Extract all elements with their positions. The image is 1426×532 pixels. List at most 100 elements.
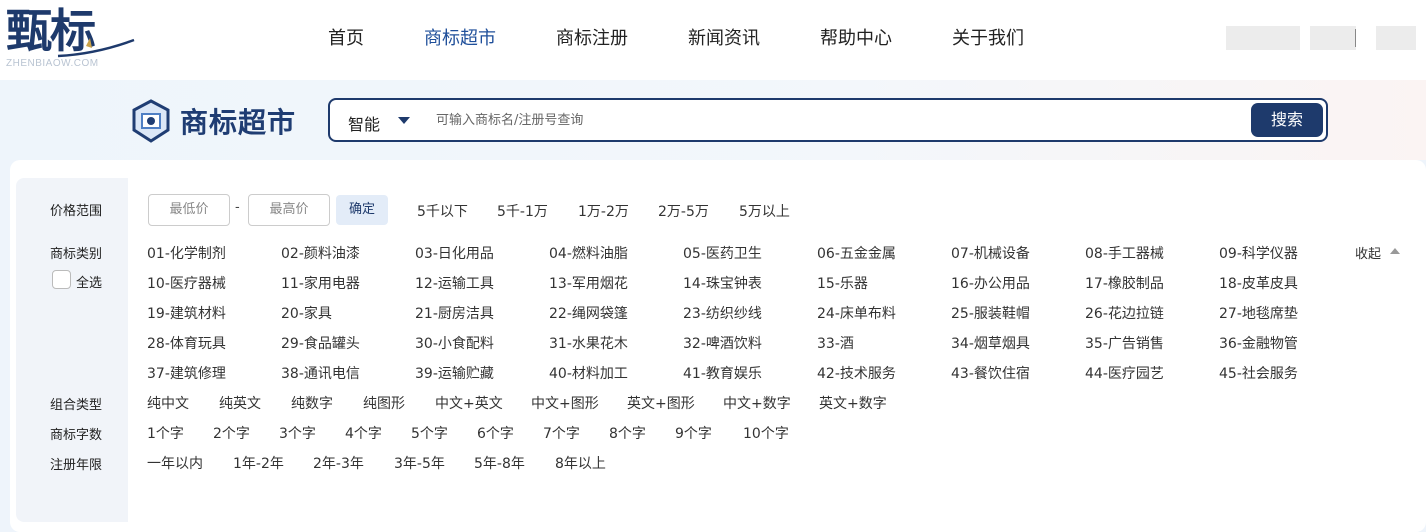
user-login-placeholder[interactable] <box>1226 26 1300 50</box>
category-option[interactable]: 26-花边拉链 <box>1085 303 1164 323</box>
category-option[interactable]: 23-纺织纱线 <box>683 303 762 323</box>
category-option[interactable]: 18-皮革皮具 <box>1219 273 1298 293</box>
category-option[interactable]: 04-燃料油脂 <box>549 243 628 263</box>
char-count-option[interactable]: 3个字 <box>279 423 316 443</box>
category-option[interactable]: 38-通讯电信 <box>281 363 360 383</box>
nav-help-center[interactable]: 帮助中心 <box>820 24 892 54</box>
char-count-option[interactable]: 4个字 <box>345 423 382 443</box>
years-option[interactable]: 2年-3年 <box>313 453 364 473</box>
category-option[interactable]: 08-手工器械 <box>1085 243 1164 263</box>
price-option[interactable]: 5千以下 <box>417 201 468 221</box>
category-option[interactable]: 35-广告销售 <box>1085 333 1164 353</box>
combo-option[interactable]: 纯中文 <box>147 393 189 413</box>
category-option[interactable]: 29-食品罐头 <box>281 333 360 353</box>
nav-trademark-market[interactable]: 商标超市 <box>424 24 496 54</box>
years-option[interactable]: 5年-8年 <box>474 453 525 473</box>
category-option[interactable]: 45-社会服务 <box>1219 363 1298 383</box>
category-option[interactable]: 10-医疗器械 <box>147 273 226 293</box>
select-all-label[interactable]: 全选 <box>76 272 102 291</box>
char-count-option[interactable]: 2个字 <box>213 423 250 443</box>
user-extra-placeholder[interactable] <box>1376 26 1416 50</box>
category-option[interactable]: 19-建筑材料 <box>147 303 226 323</box>
category-option[interactable]: 14-珠宝钟表 <box>683 273 762 293</box>
trademark-market-icon <box>132 99 170 143</box>
category-option[interactable]: 21-厨房洁具 <box>415 303 494 323</box>
price-option[interactable]: 1万-2万 <box>578 201 629 221</box>
max-price-input[interactable]: 最高价 <box>248 194 330 226</box>
category-option[interactable]: 39-运输贮藏 <box>415 363 494 383</box>
char-count-label: 商标字数 <box>50 428 103 443</box>
category-option[interactable]: 06-五金金属 <box>817 243 896 263</box>
char-count-option[interactable]: 6个字 <box>477 423 514 443</box>
price-option[interactable]: 2万-5万 <box>658 201 709 221</box>
main-nav: 首页 商标超市 商标注册 新闻资讯 帮助中心 关于我们 <box>328 24 1084 54</box>
select-all-checkbox[interactable] <box>52 270 71 289</box>
min-price-input[interactable]: 最低价 <box>148 194 230 226</box>
category-option[interactable]: 33-酒 <box>817 333 854 353</box>
category-option[interactable]: 43-餐饮住宿 <box>951 363 1030 383</box>
category-option[interactable]: 20-家具 <box>281 303 332 323</box>
combo-option[interactable]: 纯数字 <box>291 393 333 413</box>
site-logo[interactable]: 甄标 ZHENBIAOW.COM <box>6 6 135 69</box>
category-option[interactable]: 25-服装鞋帽 <box>951 303 1030 323</box>
category-option[interactable]: 28-体育玩具 <box>147 333 226 353</box>
combo-option[interactable]: 英文+图形 <box>627 393 695 413</box>
category-option[interactable]: 37-建筑修理 <box>147 363 226 383</box>
category-option[interactable]: 30-小食配料 <box>415 333 494 353</box>
category-option[interactable]: 01-化学制剂 <box>147 243 226 263</box>
search-input[interactable] <box>436 106 1236 134</box>
char-count-option[interactable]: 10个字 <box>743 423 789 443</box>
category-option[interactable]: 22-绳网袋篷 <box>549 303 628 323</box>
search-button[interactable]: 搜索 <box>1251 103 1323 137</box>
combo-option[interactable]: 纯图形 <box>363 393 405 413</box>
combo-option[interactable]: 中文+英文 <box>435 393 503 413</box>
years-option[interactable]: 3年-5年 <box>394 453 445 473</box>
category-option[interactable]: 44-医疗园艺 <box>1085 363 1164 383</box>
category-option[interactable]: 03-日化用品 <box>415 243 494 263</box>
category-option[interactable]: 05-医药卫生 <box>683 243 762 263</box>
years-option[interactable]: 1年-2年 <box>233 453 284 473</box>
category-option[interactable]: 12-运输工具 <box>415 273 494 293</box>
years-option[interactable]: 一年以内 <box>147 453 203 473</box>
price-option[interactable]: 5万以上 <box>739 201 790 221</box>
category-option[interactable]: 40-材料加工 <box>549 363 628 383</box>
category-option[interactable]: 41-教育娱乐 <box>683 363 762 383</box>
search-mode-select[interactable]: 智能 <box>348 111 380 135</box>
nav-news[interactable]: 新闻资讯 <box>688 24 760 54</box>
category-option[interactable]: 24-床单布料 <box>817 303 896 323</box>
chevron-down-icon[interactable] <box>398 117 410 124</box>
category-option[interactable]: 16-办公用品 <box>951 273 1030 293</box>
category-option[interactable]: 07-机械设备 <box>951 243 1030 263</box>
category-option[interactable]: 27-地毯席垫 <box>1219 303 1298 323</box>
category-option[interactable]: 17-橡胶制品 <box>1085 273 1164 293</box>
category-option[interactable]: 36-金融物管 <box>1219 333 1298 353</box>
category-option[interactable]: 13-军用烟花 <box>549 273 628 293</box>
nav-home[interactable]: 首页 <box>328 24 364 54</box>
registration-years-label: 注册年限 <box>50 458 103 473</box>
combo-option[interactable]: 中文+图形 <box>531 393 599 413</box>
category-option[interactable]: 42-技术服务 <box>817 363 896 383</box>
combo-option[interactable]: 英文+数字 <box>819 393 887 413</box>
years-option[interactable]: 8年以上 <box>555 453 606 473</box>
combo-option[interactable]: 中文+数字 <box>723 393 791 413</box>
category-option[interactable]: 34-烟草烟具 <box>951 333 1030 353</box>
char-count-option[interactable]: 7个字 <box>543 423 580 443</box>
char-count-option[interactable]: 5个字 <box>411 423 448 443</box>
collapse-button[interactable]: 收起 <box>1355 243 1381 262</box>
category-option[interactable]: 32-啤酒饮料 <box>683 333 762 353</box>
char-count-option[interactable]: 1个字 <box>147 423 184 443</box>
price-confirm-button[interactable]: 确定 <box>336 195 388 225</box>
price-option[interactable]: 5千-1万 <box>497 201 548 221</box>
char-count-option[interactable]: 9个字 <box>675 423 712 443</box>
combo-option[interactable]: 纯英文 <box>219 393 261 413</box>
nav-trademark-registration[interactable]: 商标注册 <box>556 24 628 54</box>
category-option[interactable]: 11-家用电器 <box>281 273 360 293</box>
nav-about-us[interactable]: 关于我们 <box>952 24 1024 54</box>
chevron-up-icon[interactable] <box>1390 248 1400 254</box>
category-option[interactable]: 09-科学仪器 <box>1219 243 1298 263</box>
category-option[interactable]: 31-水果花木 <box>549 333 628 353</box>
category-option[interactable]: 15-乐器 <box>817 273 868 293</box>
category-option[interactable]: 02-颜料油漆 <box>281 243 360 263</box>
user-register-placeholder[interactable] <box>1310 26 1356 50</box>
char-count-option[interactable]: 8个字 <box>609 423 646 443</box>
